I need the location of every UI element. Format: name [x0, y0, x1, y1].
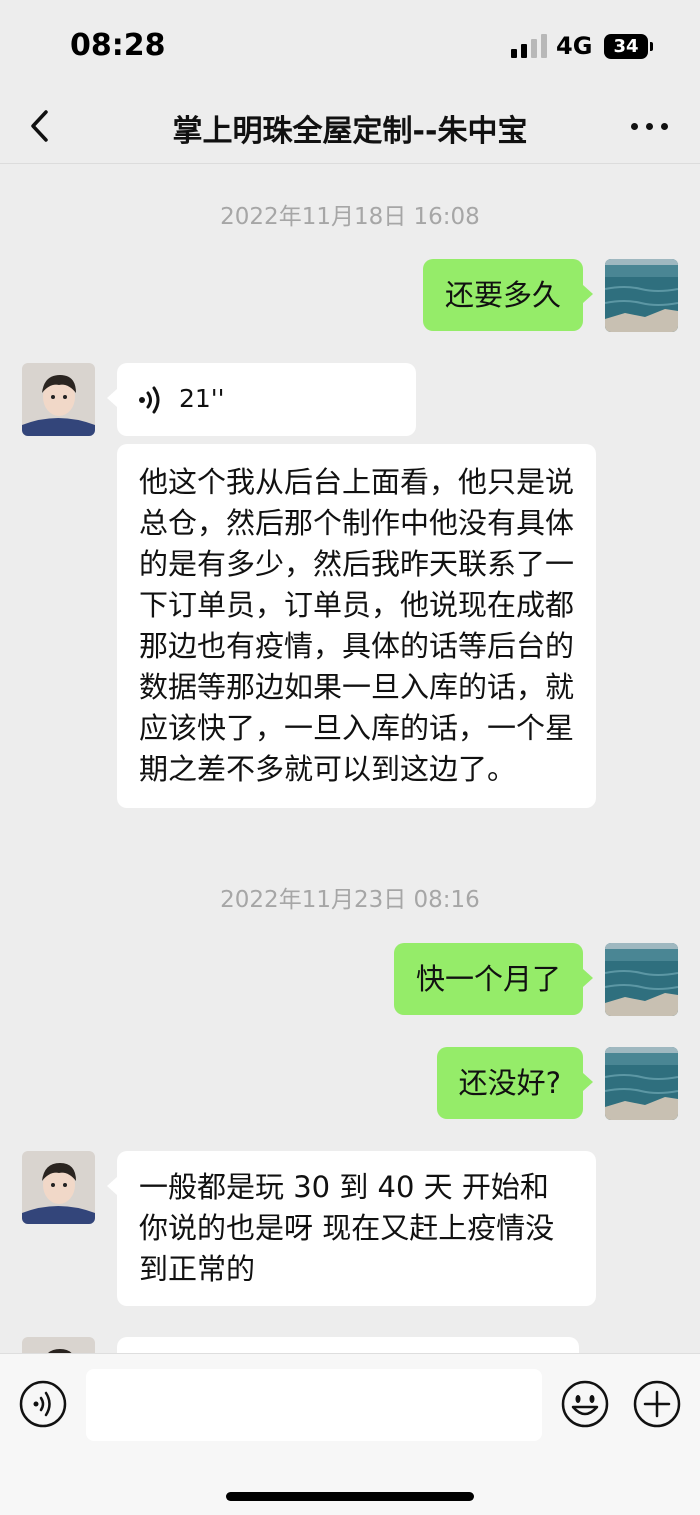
- chevron-left-icon[interactable]: [26, 106, 56, 146]
- battery-icon: 34: [604, 34, 648, 59]
- contact-message-bubble[interactable]: 他这个我从后台上面看，他只是说总仓，然后那个制作中他没有具体的是有多少，然后我昨…: [117, 444, 596, 808]
- message-timestamp: 2022年11月18日 16:08: [220, 204, 480, 230]
- voice-mode-icon[interactable]: [18, 1379, 68, 1429]
- message-list[interactable]: 2022年11月18日 16:08 还要多久 21'' 他这个我从后台上面看，他…: [0, 165, 700, 1353]
- my-message-bubble[interactable]: 还没好?: [436, 1047, 594, 1119]
- boy-portrait-avatar-image: [22, 1151, 95, 1224]
- contact-avatar[interactable]: [22, 363, 95, 436]
- message-timestamp: 2022年11月23日 08:16: [220, 887, 480, 913]
- boy-portrait-avatar-image: [22, 363, 95, 436]
- status-bar: 08:28 4G 34: [0, 0, 700, 90]
- chat-header: 掌上明珠全屋定制--朱中宝: [0, 90, 700, 164]
- voice-wave-icon: [139, 386, 160, 414]
- plus-icon[interactable]: [632, 1379, 682, 1429]
- battery-tip: [650, 42, 653, 51]
- boy-portrait-avatar-image: [22, 1337, 95, 1353]
- my-avatar[interactable]: [605, 943, 678, 1016]
- contact-avatar[interactable]: [22, 1337, 95, 1353]
- contact-message-bubble[interactable]: 一般都是玩 30 到 40 天 开始和你说的也是呀 现在又赶上疫情没到正常的: [107, 1151, 596, 1306]
- sea-landscape-avatar-image: [605, 943, 678, 1016]
- cellular-signal-icon: [511, 34, 549, 58]
- contact-avatar[interactable]: [22, 1151, 95, 1224]
- network-type: 4G: [556, 32, 593, 60]
- voice-message-bubble[interactable]: 21'': [107, 363, 416, 436]
- sea-landscape-avatar-image: [605, 1047, 678, 1120]
- sea-landscape-avatar-image: [605, 259, 678, 332]
- message-input-bar: [0, 1353, 700, 1515]
- contact-message-bubble-partial[interactable]: [117, 1337, 579, 1353]
- my-avatar[interactable]: [605, 259, 678, 332]
- status-time: 08:28: [70, 28, 166, 63]
- chat-title: 掌上明珠全屋定制--朱中宝: [172, 114, 528, 149]
- ellipsis-icon[interactable]: [628, 118, 672, 134]
- home-indicator[interactable]: [226, 1492, 474, 1501]
- my-message-bubble[interactable]: 还要多久: [422, 259, 594, 331]
- my-message-bubble[interactable]: 快一个月了: [393, 943, 594, 1015]
- message-input[interactable]: [86, 1369, 542, 1441]
- voice-duration: 21'': [179, 384, 225, 413]
- emoji-icon[interactable]: [560, 1379, 610, 1429]
- my-avatar[interactable]: [605, 1047, 678, 1120]
